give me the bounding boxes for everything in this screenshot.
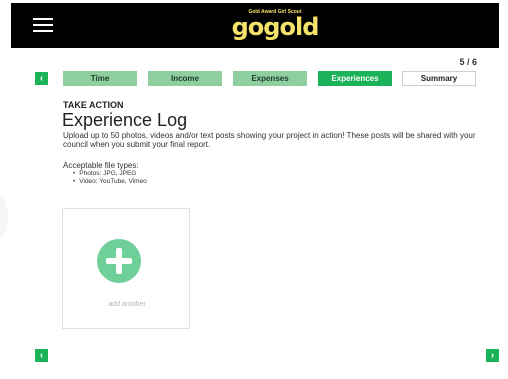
plus-circle-icon[interactable] xyxy=(97,239,141,283)
background-shape xyxy=(0,194,8,240)
tab-income[interactable]: Income xyxy=(148,71,222,86)
list-item: Photos: JPG, JPEG xyxy=(73,170,147,178)
next-button[interactable]: › xyxy=(486,349,499,362)
tab-summary[interactable]: Summary xyxy=(402,71,476,86)
step-tabs: ‹ Time Income Expenses Experiences Summa… xyxy=(35,71,505,87)
chevron-right-icon: › xyxy=(490,350,495,361)
hamburger-icon[interactable] xyxy=(33,18,53,33)
tab-expenses[interactable]: Expenses xyxy=(233,71,307,86)
top-bar: Gold Award Girl Scout gogold xyxy=(11,3,499,48)
add-another-card[interactable]: add another xyxy=(62,208,190,329)
step-counter: 5 / 6 xyxy=(459,57,477,67)
prev-step-button[interactable]: ‹ xyxy=(35,72,48,85)
page-title: Experience Log xyxy=(62,110,188,130)
tab-time[interactable]: Time xyxy=(63,71,137,86)
logo: Gold Award Girl Scout gogold xyxy=(225,9,325,43)
acceptable-types-list: Photos: JPG, JPEG Video: YouTube, Vimeo xyxy=(73,170,147,186)
chevron-left-icon: ‹ xyxy=(39,350,44,361)
chevron-left-icon: ‹ xyxy=(39,73,44,84)
list-item: Video: YouTube, Vimeo xyxy=(73,178,146,186)
logo-text: gogold xyxy=(231,13,320,41)
back-button[interactable]: ‹ xyxy=(35,349,48,362)
section-eyebrow: TAKE ACTION xyxy=(63,100,124,110)
page-description: Upload up to 50 photos, videos and/or te… xyxy=(63,131,476,149)
add-another-label: add another xyxy=(108,301,146,308)
tab-experiences[interactable]: Experiences xyxy=(318,71,392,86)
acceptable-types-label: Acceptable file types: xyxy=(63,161,139,170)
